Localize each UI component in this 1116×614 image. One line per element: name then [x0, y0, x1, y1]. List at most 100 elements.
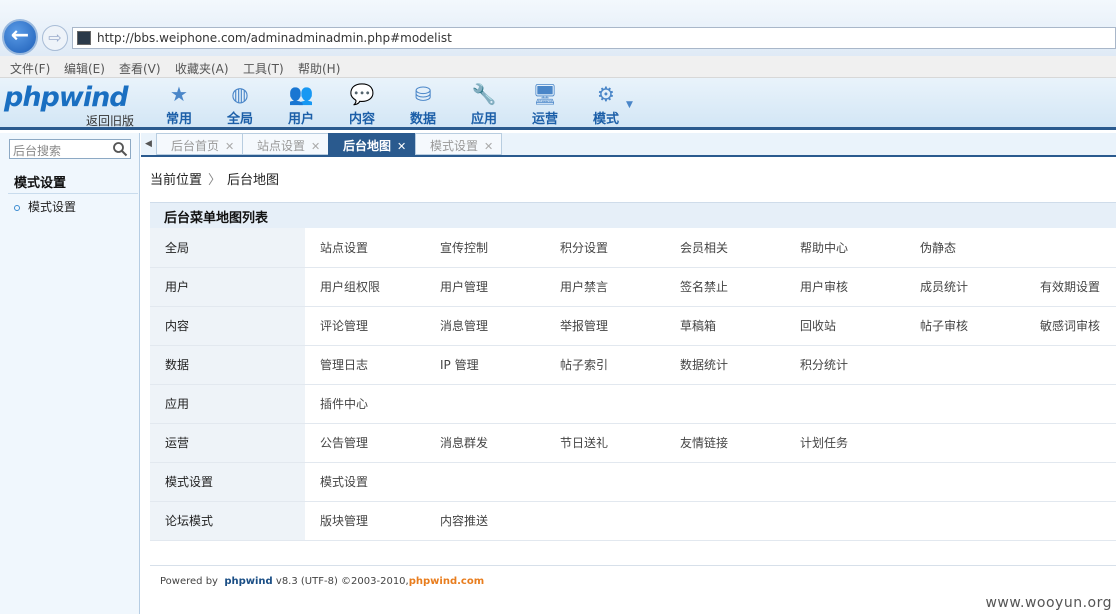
map-link[interactable]: 成员统计 [905, 267, 1025, 307]
map-link[interactable]: 节日送礼 [545, 423, 665, 463]
map-link[interactable]: 评论管理 [305, 306, 425, 346]
tab-admin-map[interactable]: 后台地图 ✕ [328, 133, 416, 157]
menu-tools[interactable]: 工具(T) [243, 60, 284, 77]
close-icon[interactable]: ✕ [484, 140, 493, 153]
empty-cell [905, 345, 1025, 385]
map-link[interactable]: 消息群发 [425, 423, 545, 463]
close-icon[interactable]: ✕ [311, 140, 320, 153]
map-link[interactable]: 计划任务 [785, 423, 905, 463]
forward-button[interactable]: ⇨ [42, 25, 68, 51]
empty-cell [1025, 501, 1116, 541]
table-row: 全局 站点设置 宣传控制 积分设置 会员相关 帮助中心 伪静态 [150, 228, 1116, 268]
footer: Powered by phpwind v8.3 (UTF-8) ©2003-20… [160, 576, 484, 587]
topnav-label: 全局 [226, 112, 253, 127]
map-link[interactable]: 举报管理 [545, 306, 665, 346]
browser-address-bar: ← ⇨ http://bbs.weiphone.com/adminadminad… [0, 0, 1116, 56]
tab-mode-settings[interactable]: 模式设置 ✕ [415, 133, 503, 155]
tab-admin-home[interactable]: 后台首页 ✕ [156, 133, 244, 155]
menu-view[interactable]: 查看(V) [119, 60, 161, 77]
map-link[interactable]: 用户组权限 [305, 267, 425, 307]
old-version-link[interactable]: 返回旧版 [86, 112, 134, 129]
topnav-global[interactable]: ◍ 全局 [215, 82, 265, 127]
close-icon[interactable]: ✕ [225, 140, 234, 153]
map-link[interactable]: 敏感词审核 [1025, 306, 1116, 346]
map-link[interactable]: 插件中心 [305, 384, 425, 424]
map-link[interactable]: 用户禁言 [545, 267, 665, 307]
map-link[interactable]: 伪静态 [905, 228, 1025, 268]
map-link[interactable]: 积分设置 [545, 228, 665, 268]
tab-label: 站点设置 [257, 139, 306, 153]
topnav-data[interactable]: ⛁ 数据 [398, 82, 448, 127]
admin-header: phpwind 返回旧版 ★ 常用 ◍ 全局 👥 用户 💬 内容 ⛁ 数据 🔧 … [0, 78, 1116, 130]
empty-cell [1025, 423, 1116, 463]
map-category: 数据 [150, 345, 305, 385]
menu-help[interactable]: 帮助(H) [298, 60, 340, 77]
empty-cell [905, 423, 1025, 463]
map-category: 全局 [150, 228, 305, 268]
tab-scroll-left-icon[interactable]: ◀ [145, 139, 152, 149]
map-list-title: 后台菜单地图列表 [150, 202, 1116, 228]
map-link[interactable]: 友情链接 [665, 423, 785, 463]
back-button[interactable]: ← [2, 19, 38, 55]
topnav-content[interactable]: 💬 内容 [337, 82, 387, 127]
topnav-users[interactable]: 👥 用户 [276, 82, 326, 127]
map-link[interactable]: 数据统计 [665, 345, 785, 385]
map-link[interactable]: 管理日志 [305, 345, 425, 385]
empty-cell [905, 501, 1025, 541]
search-icon[interactable] [112, 141, 128, 157]
phpwind-logo[interactable]: phpwind [4, 82, 129, 113]
map-link[interactable]: 积分统计 [785, 345, 905, 385]
menu-favorites[interactable]: 收藏夹(A) [175, 60, 229, 77]
map-link[interactable]: 回收站 [785, 306, 905, 346]
map-link[interactable]: 模式设置 [305, 462, 425, 502]
map-link[interactable]: 消息管理 [425, 306, 545, 346]
monitor-icon: 🖥 [532, 82, 558, 106]
topnav-label: 模式 [592, 112, 619, 127]
breadcrumb-current: 后台地图 [227, 173, 280, 188]
topnav-apps[interactable]: 🔧 应用 [459, 82, 509, 127]
topnav-mode[interactable]: ⚙ 模式 [581, 82, 631, 127]
wrench-icon: 🔧 [471, 82, 497, 106]
database-icon: ⛁ [414, 82, 432, 106]
map-link[interactable]: 内容推送 [425, 501, 545, 541]
empty-cell [905, 462, 1025, 502]
breadcrumb-separator: 〉 [208, 173, 222, 188]
footer-site-link[interactable]: phpwind.com [409, 576, 484, 587]
map-link[interactable]: 帖子索引 [545, 345, 665, 385]
globe-icon: ◍ [231, 82, 249, 106]
map-link[interactable]: 帮助中心 [785, 228, 905, 268]
topnav-operations[interactable]: 🖥 运营 [520, 82, 570, 127]
map-link[interactable]: 签名禁止 [665, 267, 785, 307]
map-link[interactable]: 会员相关 [665, 228, 785, 268]
empty-cell [665, 384, 785, 424]
map-link[interactable]: 版块管理 [305, 501, 425, 541]
admin-search-input[interactable]: 后台搜索 [9, 139, 131, 159]
map-link[interactable]: 有效期设置 [1025, 267, 1116, 307]
sidebar: 后台搜索 模式设置 模式设置 [0, 133, 140, 614]
url-input[interactable]: http://bbs.weiphone.com/adminadminadmin.… [72, 27, 1116, 49]
map-link[interactable]: 站点设置 [305, 228, 425, 268]
menu-file[interactable]: 文件(F) [10, 60, 50, 77]
empty-cell [785, 501, 905, 541]
map-link[interactable]: 用户审核 [785, 267, 905, 307]
map-link[interactable]: 帖子审核 [905, 306, 1025, 346]
sidebar-item-label: 模式设置 [28, 200, 77, 214]
map-link[interactable]: 草稿箱 [665, 306, 785, 346]
table-row: 应用 插件中心 [150, 384, 1116, 424]
map-link[interactable]: 宣传控制 [425, 228, 545, 268]
empty-cell [665, 501, 785, 541]
menu-edit[interactable]: 编辑(E) [64, 60, 105, 77]
topnav-label: 内容 [348, 112, 375, 127]
tab-site-settings[interactable]: 站点设置 ✕ [242, 133, 330, 155]
map-link[interactable]: IP 管理 [425, 345, 545, 385]
sidebar-item-mode-settings[interactable]: 模式设置 [14, 198, 76, 215]
topnav-common[interactable]: ★ 常用 [154, 82, 204, 127]
empty-cell [1025, 345, 1116, 385]
map-link[interactable]: 用户管理 [425, 267, 545, 307]
map-category: 模式设置 [150, 462, 305, 502]
map-link[interactable]: 公告管理 [305, 423, 425, 463]
tab-label: 后台首页 [171, 139, 220, 153]
chevron-down-icon[interactable]: ▼ [626, 100, 633, 110]
close-icon[interactable]: ✕ [397, 140, 406, 153]
bullet-icon [14, 204, 20, 211]
